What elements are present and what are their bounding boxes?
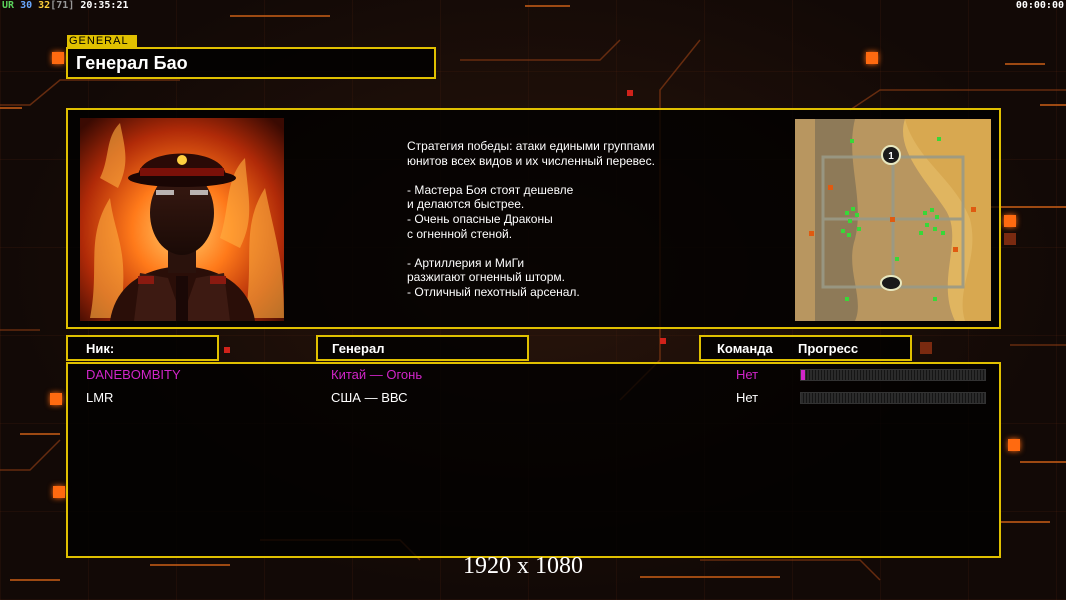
general-portrait [80,118,284,321]
players-panel: DANEBOMBITY Китай — Огонь Нет LMR США — … [66,362,1001,558]
general-title-box: Генерал Бао [66,47,436,79]
player-row: DANEBOMBITY Китай — Огонь Нет [68,365,999,385]
resolution-overlay: 1920 x 1080 [463,553,583,579]
minimap: 1 [795,119,991,321]
deco-square [53,486,65,498]
header-nick-label: Ник: [86,341,115,356]
strategy-description: Стратегия победы: атаки едиными группами… [407,139,655,299]
game-timer: 00:00:00 [1015,0,1064,11]
player-progress-bar [800,392,986,404]
hud-clock: 20:35:21 [80,0,129,11]
deco-square [660,338,666,344]
player-team: Нет [736,367,759,382]
hud-ur: UR [2,0,15,11]
player-general: США — ВВС [331,390,408,405]
deco-square [50,393,62,405]
player-progress-bar [800,369,986,381]
header-team-label: Команда [717,341,773,356]
player-nick: DANEBOMBITY [86,367,181,382]
header-nick: Ник: [66,335,219,361]
general-name: Генерал Бао [76,53,188,73]
player-team: Нет [736,390,759,405]
hud-fps: 30 [20,0,33,11]
fps-counter: UR 30 32[71] 20:35:21 [2,0,129,11]
deco-square [1008,439,1020,451]
hud-fps-2: 32 [38,0,51,11]
player-progress-fill [801,370,805,380]
header-general-label: Генерал [332,341,385,356]
deco-square [920,342,932,354]
deco-square [1004,233,1016,245]
header-team-progress: Команда Прогресс [699,335,912,361]
player-nick: LMR [86,390,114,405]
header-general: Генерал [316,335,529,361]
start-position-1: 1 [888,151,894,162]
deco-square [52,52,64,64]
general-info-panel: Стратегия победы: атаки едиными группами… [66,108,1001,329]
deco-square [1004,215,1016,227]
hud-bracket: [71] [50,0,75,11]
deco-square [627,90,633,96]
deco-square [866,52,878,64]
player-row: LMR США — ВВС Нет [68,388,999,408]
player-general: Китай — Огонь [331,367,423,382]
header-progress-label: Прогресс [798,341,859,356]
deco-square [224,347,230,353]
